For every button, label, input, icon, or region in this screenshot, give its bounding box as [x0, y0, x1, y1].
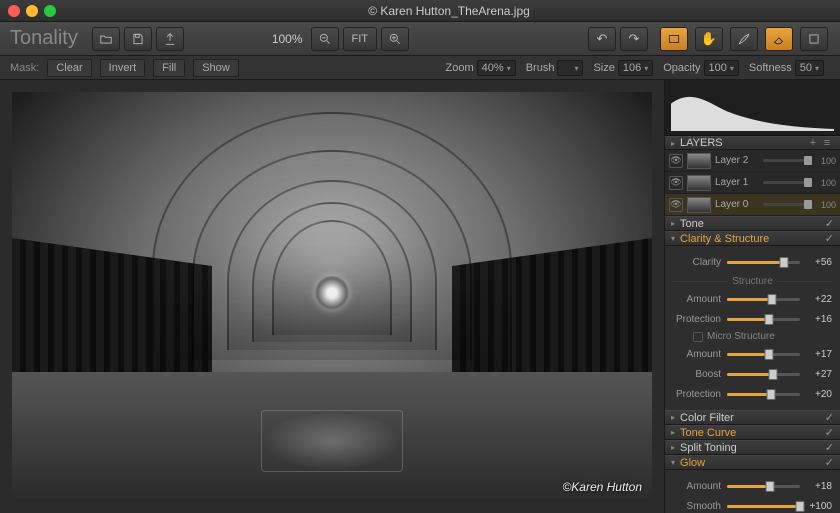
save-file-button[interactable]: [124, 27, 152, 51]
layer-visibility-toggle[interactable]: 👁: [669, 154, 683, 168]
opacity-label: Opacity: [663, 62, 700, 74]
tone-curve-panel-header[interactable]: ▸Tone Curve✓: [665, 425, 840, 440]
panel-enable-checkbox[interactable]: ✓: [825, 426, 834, 439]
layers-header[interactable]: ▸ LAYERS + ≡: [665, 136, 840, 150]
mask-label: Mask:: [10, 62, 39, 74]
layer-thumbnail: [687, 153, 711, 169]
micro-amount-slider[interactable]: [727, 353, 800, 356]
zoom-dropdown[interactable]: 40%: [477, 60, 516, 76]
layer-opacity-slider[interactable]: [763, 181, 812, 184]
layers-list: 👁 Layer 2 100 👁 Layer 1 100 👁 Layer 0 10…: [665, 150, 840, 216]
layer-menu-button[interactable]: ≡: [820, 137, 834, 149]
add-layer-button[interactable]: +: [806, 137, 820, 149]
layer-visibility-toggle[interactable]: 👁: [669, 198, 683, 212]
softness-label: Softness: [749, 62, 792, 74]
undo-button[interactable]: ↶: [588, 27, 616, 51]
erase-tool-button[interactable]: [765, 27, 793, 51]
pan-tool-button[interactable]: ✋: [695, 27, 723, 51]
mask-invert-button[interactable]: Invert: [100, 59, 146, 77]
panel-enable-checkbox[interactable]: ✓: [825, 411, 834, 424]
window-title: © Karen Hutton_TheArena.jpg: [66, 4, 832, 18]
panel-enable-checkbox[interactable]: ✓: [825, 456, 834, 469]
glow-controls: Amount+18 Smooth+100 Threshold+45: [665, 470, 840, 513]
panel-enable-checkbox[interactable]: ✓: [825, 232, 834, 245]
micro-protection-slider[interactable]: [727, 393, 800, 396]
mask-clear-button[interactable]: Clear: [47, 59, 91, 77]
fit-button[interactable]: FIT: [343, 27, 378, 51]
structure-protection-slider[interactable]: [727, 318, 800, 321]
layer-name[interactable]: Layer 1: [715, 177, 759, 188]
compare-view-button[interactable]: [660, 27, 688, 51]
panel-enable-checkbox[interactable]: ✓: [825, 217, 834, 230]
layer-thumbnail: [687, 197, 711, 213]
layer-name[interactable]: Layer 2: [715, 155, 759, 166]
layer-opacity-slider[interactable]: [763, 159, 812, 162]
zoom-out-button[interactable]: [311, 27, 339, 51]
glow-amount-slider[interactable]: [727, 485, 800, 488]
clarity-controls: Clarity+56 Structure Amount+22 Protectio…: [665, 246, 840, 410]
gradient-tool-button[interactable]: [800, 27, 828, 51]
close-window-button[interactable]: [8, 5, 20, 17]
minimize-window-button[interactable]: [26, 5, 38, 17]
main-toolbar: Tonality 100% FIT ↶ ↷ ✋: [0, 22, 840, 56]
redo-button[interactable]: ↷: [620, 27, 648, 51]
mask-show-button[interactable]: Show: [193, 59, 239, 77]
opacity-value[interactable]: 100: [704, 60, 739, 76]
main-area: ©Karen Hutton ▸ LAYERS + ≡ 👁 Layer 2 100…: [0, 80, 840, 513]
size-label: Size: [593, 62, 614, 74]
structure-amount-slider[interactable]: [727, 298, 800, 301]
traffic-lights: [8, 5, 56, 17]
split-toning-panel-header[interactable]: ▸Split Toning✓: [665, 440, 840, 455]
zoom-100-label[interactable]: 100%: [272, 32, 303, 46]
layer-row[interactable]: 👁 Layer 1 100: [665, 172, 840, 194]
softness-value[interactable]: 50: [795, 60, 824, 76]
layers-title: LAYERS: [680, 137, 723, 149]
canvas-viewport[interactable]: ©Karen Hutton: [0, 80, 664, 513]
open-file-button[interactable]: [92, 27, 120, 51]
layer-opacity-value: 100: [816, 178, 836, 188]
titlebar: © Karen Hutton_TheArena.jpg: [0, 0, 840, 22]
photo-credit: ©Karen Hutton: [562, 480, 642, 494]
clarity-slider[interactable]: [727, 261, 800, 264]
zoom-label: Zoom: [446, 62, 474, 74]
zoom-window-button[interactable]: [44, 5, 56, 17]
micro-structure-checkbox[interactable]: [693, 332, 703, 342]
brush-dropdown[interactable]: [557, 60, 583, 76]
layer-visibility-toggle[interactable]: 👁: [669, 176, 683, 190]
disclosure-triangle-icon: ▸: [671, 139, 675, 148]
size-value[interactable]: 106: [618, 60, 653, 76]
color-filter-panel-header[interactable]: ▸Color Filter✓: [665, 410, 840, 425]
mask-fill-button[interactable]: Fill: [153, 59, 185, 77]
zoom-in-button[interactable]: [381, 27, 409, 51]
glow-smooth-slider[interactable]: [727, 505, 800, 508]
options-bar: Mask: Clear Invert Fill Show Zoom40% Bru…: [0, 56, 840, 80]
share-button[interactable]: [156, 27, 184, 51]
layer-opacity-slider[interactable]: [763, 203, 812, 206]
panel-enable-checkbox[interactable]: ✓: [825, 441, 834, 454]
micro-boost-slider[interactable]: [727, 373, 800, 376]
layer-row[interactable]: 👁 Layer 0 100: [665, 194, 840, 216]
structure-subheader: Structure: [673, 276, 832, 287]
layer-opacity-value: 100: [816, 156, 836, 166]
layer-name[interactable]: Layer 0: [715, 199, 759, 210]
layer-opacity-value: 100: [816, 200, 836, 210]
photo-preview: ©Karen Hutton: [12, 92, 652, 502]
histogram[interactable]: [665, 80, 840, 136]
glow-panel-header[interactable]: ▾Glow✓: [665, 455, 840, 470]
layer-thumbnail: [687, 175, 711, 191]
tone-panel-header[interactable]: ▸Tone✓: [665, 216, 840, 231]
brush-tool-button[interactable]: [730, 27, 758, 51]
clarity-panel-header[interactable]: ▾Clarity & Structure✓: [665, 231, 840, 246]
brush-label: Brush: [526, 62, 555, 74]
right-panel: ▸ LAYERS + ≡ 👁 Layer 2 100 👁 Layer 1 100: [664, 80, 840, 513]
layer-row[interactable]: 👁 Layer 2 100: [665, 150, 840, 172]
app-brand: Tonality: [10, 27, 78, 50]
